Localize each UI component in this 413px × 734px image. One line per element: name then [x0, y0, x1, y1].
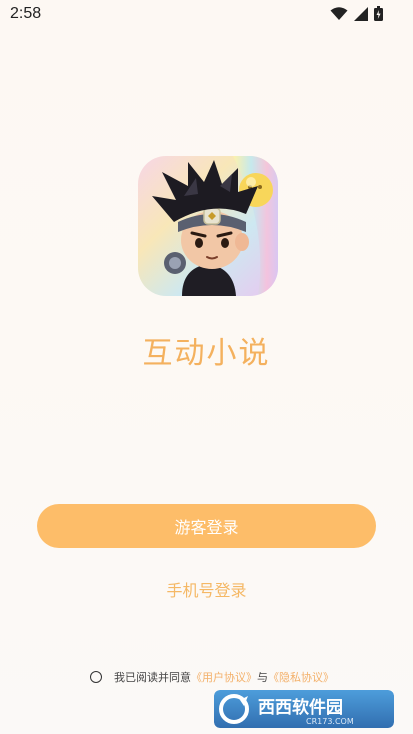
- agreement-connector-text: 与: [257, 671, 268, 684]
- wifi-icon: [330, 6, 348, 25]
- app-logo-character-icon: [138, 156, 278, 296]
- agreement-radio[interactable]: [90, 671, 102, 683]
- status-icons: [330, 6, 383, 25]
- watermark-logo: 西西软件园 CR173.COM: [214, 690, 394, 728]
- battery-icon: [374, 6, 383, 25]
- status-bar: 2:58: [0, 0, 413, 28]
- agreement-prefix-text: 我已阅读并同意: [114, 671, 191, 684]
- guest-login-button[interactable]: 游客登录: [37, 504, 376, 548]
- watermark-main-text: 西西软件园: [258, 697, 343, 718]
- privacy-policy-link[interactable]: 《隐私协议》: [268, 669, 334, 685]
- user-agreement-link[interactable]: 《用户协议》: [191, 669, 257, 685]
- phone-login-link[interactable]: 手机号登录: [0, 577, 413, 601]
- agreement-row: 我已阅读并同意 《用户协议》 与 《隐私协议》: [90, 667, 334, 687]
- status-time: 2:58: [10, 5, 42, 22]
- app-title: 互动小说: [142, 336, 271, 371]
- signal-icon: [354, 6, 368, 25]
- watermark-sub-text: CR173.COM: [306, 717, 354, 726]
